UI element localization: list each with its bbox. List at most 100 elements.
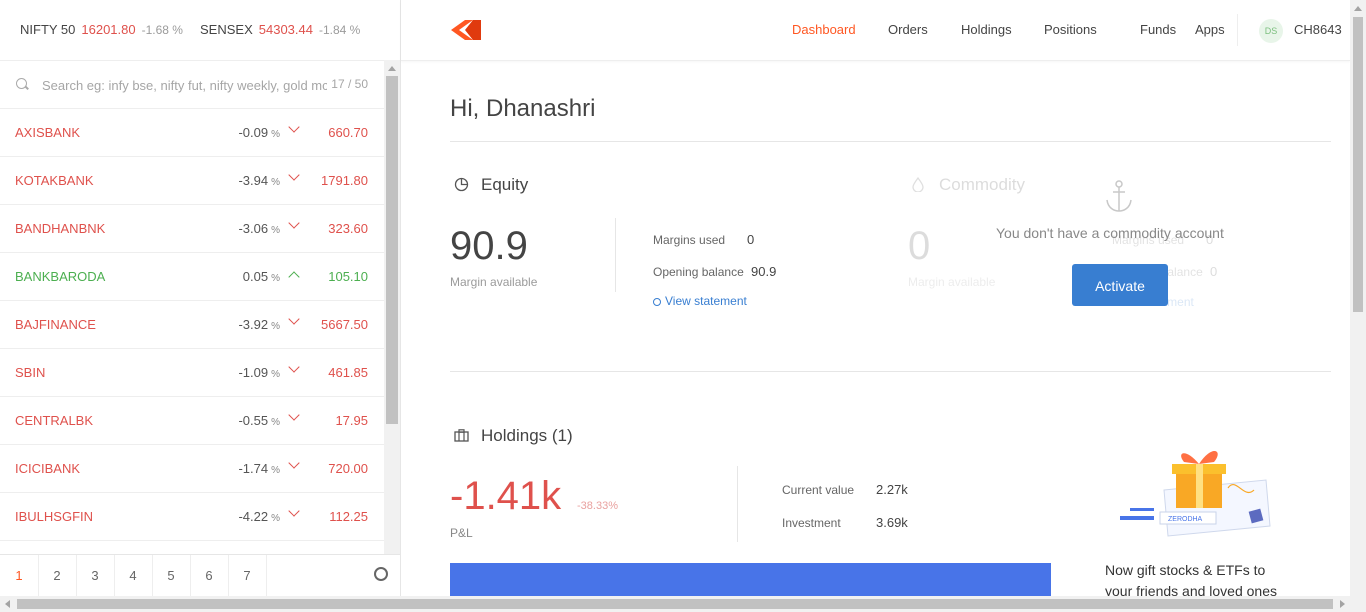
top-navbar: Dashboard Orders Holdings Positions Fund… bbox=[401, 0, 1350, 61]
nav-orders[interactable]: Orders bbox=[888, 22, 928, 37]
instrument-price: 5667.50 bbox=[321, 317, 368, 332]
instrument-change: -3.94% bbox=[238, 173, 280, 188]
change-unit: % bbox=[271, 465, 280, 476]
investment-value: 3.69k bbox=[876, 515, 908, 530]
chevron-down-icon bbox=[288, 457, 300, 469]
instrument-change: -0.55% bbox=[238, 413, 280, 428]
nav-holdings[interactable]: Holdings bbox=[961, 22, 1012, 37]
commodity-title: Commodity bbox=[939, 175, 1025, 194]
nav-apps[interactable]: Apps bbox=[1195, 22, 1225, 37]
instrument-price: 17.95 bbox=[335, 413, 368, 428]
watchlist-row[interactable]: IBULHSGFIN -4.22% 112.25 bbox=[0, 493, 384, 541]
page-vertical-scrollbar[interactable] bbox=[1350, 0, 1366, 596]
watchlist-row[interactable]: AXISBANK -0.09% 660.70 bbox=[0, 109, 384, 157]
instrument-symbol: BANKBARODA bbox=[15, 269, 106, 284]
scroll-up-arrow-icon[interactable] bbox=[388, 66, 396, 71]
margins-used-label: Margins used bbox=[653, 233, 726, 247]
gear-icon[interactable] bbox=[374, 567, 388, 581]
instrument-price: 323.60 bbox=[328, 221, 368, 236]
change-value: -1.09 bbox=[238, 365, 269, 380]
watchlist-page-tab[interactable]: 7 bbox=[228, 555, 267, 597]
separator bbox=[737, 466, 738, 542]
holdings-bar[interactable] bbox=[450, 563, 1051, 596]
instrument-symbol: BAJFINANCE bbox=[15, 317, 96, 332]
change-unit: % bbox=[271, 369, 280, 380]
scroll-left-arrow-icon[interactable] bbox=[5, 600, 10, 608]
search-input[interactable] bbox=[40, 74, 334, 96]
change-value: -3.94 bbox=[238, 173, 269, 188]
change-unit: % bbox=[271, 417, 280, 428]
instrument-price: 105.10 bbox=[328, 269, 368, 284]
watchlist-row[interactable]: BANDHANBNK -3.06% 323.60 bbox=[0, 205, 384, 253]
gift-illustration[interactable]: ZERODHA bbox=[1116, 440, 1276, 540]
instrument-change: 0.05% bbox=[243, 269, 280, 284]
view-statement-label: View statement bbox=[665, 294, 747, 308]
change-value: -4.22 bbox=[238, 509, 269, 524]
avatar[interactable]: DS bbox=[1259, 19, 1283, 43]
scrollbar-thumb[interactable] bbox=[1353, 17, 1363, 312]
page-horizontal-scrollbar[interactable] bbox=[0, 596, 1366, 612]
scrollbar-thumb[interactable] bbox=[386, 76, 398, 424]
watchlist-page-tab[interactable]: 3 bbox=[76, 555, 115, 597]
nav-funds[interactable]: Funds bbox=[1140, 22, 1176, 37]
watchlist-row[interactable]: ICICIBANK -1.74% 720.00 bbox=[0, 445, 384, 493]
holdings-pnl-percent: -38.33% bbox=[577, 500, 618, 512]
kite-logo-icon[interactable] bbox=[451, 20, 481, 40]
holdings-title: Holdings (1) bbox=[481, 426, 573, 445]
watchlist-row[interactable]: SBIN -1.09% 461.85 bbox=[0, 349, 384, 397]
instrument-price: 1791.80 bbox=[321, 173, 368, 188]
watchlist-page-tab[interactable]: 4 bbox=[114, 555, 153, 597]
pnl-label: P&L bbox=[450, 526, 473, 540]
watchlist-row[interactable]: BANKBARODA 0.05% 105.10 bbox=[0, 253, 384, 301]
change-value: -3.06 bbox=[238, 221, 269, 236]
activate-button[interactable]: Activate bbox=[1072, 264, 1168, 306]
chevron-down-icon bbox=[288, 313, 300, 325]
equity-margin-available-label: Margin available bbox=[450, 275, 538, 289]
chevron-down-icon bbox=[288, 505, 300, 517]
divider bbox=[450, 141, 1331, 142]
change-value: 0.05 bbox=[242, 269, 269, 284]
scroll-up-arrow-icon[interactable] bbox=[1354, 6, 1362, 11]
scroll-right-arrow-icon[interactable] bbox=[1340, 600, 1345, 608]
index-change: -1.84 % bbox=[318, 23, 361, 37]
investment-label: Investment bbox=[782, 516, 841, 530]
search-icon bbox=[16, 78, 27, 89]
index-nifty[interactable]: NIFTY 50 16201.80 -1.68 % bbox=[20, 22, 183, 37]
pie-chart-icon bbox=[454, 177, 469, 192]
user-id[interactable]: CH8643 bbox=[1294, 22, 1342, 37]
divider bbox=[450, 371, 1331, 372]
instrument-symbol: BANDHANBNK bbox=[15, 221, 106, 236]
index-value: 54303.44 bbox=[258, 22, 313, 37]
opening-balance-value: 90.9 bbox=[751, 264, 777, 279]
nav-dashboard[interactable]: Dashboard bbox=[792, 22, 856, 37]
instrument-change: -3.92% bbox=[238, 317, 280, 332]
instrument-symbol: KOTAKBANK bbox=[15, 173, 94, 188]
instrument-symbol: ICICIBANK bbox=[15, 461, 81, 476]
scrollbar-thumb[interactable] bbox=[17, 599, 1333, 609]
watchlist-page-tab[interactable]: 6 bbox=[190, 555, 229, 597]
watchlist-page-tab[interactable]: 1 bbox=[0, 555, 39, 597]
change-value: -3.92 bbox=[238, 317, 269, 332]
commodity-opening-balance-value: 0 bbox=[1210, 264, 1218, 279]
instrument-change: -1.74% bbox=[238, 461, 280, 476]
watchlist-scrollbar[interactable] bbox=[384, 60, 400, 554]
instrument-price: 112.25 bbox=[329, 509, 368, 524]
chevron-down-icon bbox=[288, 169, 300, 181]
instrument-change: -4.22% bbox=[238, 509, 280, 524]
watchlist-row[interactable]: CENTRALBK -0.55% 17.95 bbox=[0, 397, 384, 445]
index-name: SENSEX bbox=[200, 22, 253, 37]
nav-positions[interactable]: Positions bbox=[1044, 22, 1097, 37]
change-value: -1.74 bbox=[238, 461, 269, 476]
watchlist-page-tab[interactable]: 5 bbox=[152, 555, 191, 597]
watchlist-row[interactable]: BAJFINANCE -3.92% 5667.50 bbox=[0, 301, 384, 349]
commodity-margin-available-label: Margin available bbox=[908, 275, 996, 289]
chevron-down-icon bbox=[288, 361, 300, 373]
index-sensex[interactable]: SENSEX 54303.44 -1.84 % bbox=[200, 22, 360, 37]
market-indices: NIFTY 50 16201.80 -1.68 % SENSEX 54303.44 -1… bbox=[0, 0, 400, 61]
watchlist-row[interactable]: KOTAKBANK -3.94% 1791.80 bbox=[0, 157, 384, 205]
view-statement-link[interactable]: View statement bbox=[653, 294, 747, 308]
watchlist-page-tab[interactable]: 2 bbox=[38, 555, 77, 597]
circle-icon bbox=[653, 297, 661, 306]
equity-title: Equity bbox=[481, 175, 529, 194]
gift-brand: ZERODHA bbox=[1168, 516, 1203, 523]
